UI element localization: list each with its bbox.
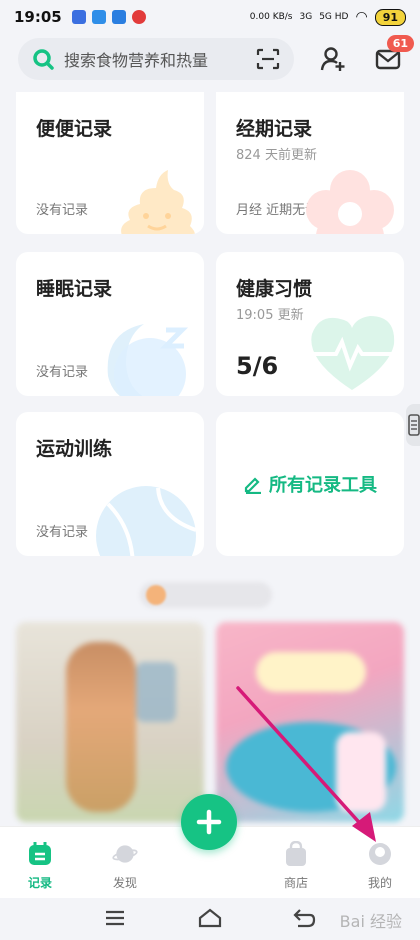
card-update-time: 19:05 更新 xyxy=(236,308,304,323)
moon-illustration-icon xyxy=(107,324,189,396)
nav-label: 商店 xyxy=(283,876,308,890)
add-record-button[interactable] xyxy=(181,794,237,850)
card-title: 健康习惯 xyxy=(236,278,313,300)
shopping-bag-icon xyxy=(286,840,306,866)
net-speed: 0.00 KB/s xyxy=(249,12,293,22)
flower-illustration-icon xyxy=(306,170,394,234)
poop-illustration-icon xyxy=(121,170,195,234)
ball-illustration-icon xyxy=(96,486,197,556)
status-app-icons xyxy=(71,10,146,24)
heartbeat-illustration-icon xyxy=(311,316,395,390)
app-notification-icon xyxy=(71,10,86,24)
signal-5g: 5G HD xyxy=(319,12,349,22)
battery-indicator: 91 xyxy=(374,8,406,26)
menu-icon[interactable] xyxy=(104,910,126,926)
side-panel-handle[interactable] xyxy=(406,404,420,446)
habit-progress: 5/6 xyxy=(236,352,279,380)
messages-button[interactable]: 61 xyxy=(374,35,414,73)
status-right: 0.00 KB/s 3G 5G HD ◠ 91 xyxy=(249,8,406,26)
card-update-time: 824 天前更新 xyxy=(236,148,317,163)
list-icon xyxy=(408,414,420,436)
card-title: 便便记录 xyxy=(36,118,113,140)
period-record-card[interactable]: 经期记录 824 天前更新 月经 近期无记录 xyxy=(216,92,404,234)
nav-tab-record[interactable]: 记录 xyxy=(10,841,70,891)
all-tools-card[interactable]: 所有记录工具 xyxy=(216,412,404,556)
poop-record-card[interactable]: 便便记录 没有记录 xyxy=(16,92,204,234)
status-time: 19:05 xyxy=(14,8,62,26)
app-notification-icon xyxy=(131,10,146,24)
nav-label: 我的 xyxy=(367,876,392,890)
plus-icon xyxy=(196,809,222,835)
nav-label: 发现 xyxy=(112,876,137,890)
card-title: 睡眠记录 xyxy=(36,278,113,300)
app-notification-icon xyxy=(91,10,106,24)
all-tools-label: 所有记录工具 xyxy=(269,475,377,496)
promo-banner-left[interactable] xyxy=(16,622,204,822)
watermark-logo: Bai 经验 xyxy=(339,912,402,931)
sleep-record-card[interactable]: 睡眠记录 没有记录 xyxy=(16,252,204,396)
exercise-record-card[interactable]: 运动训练 没有记录 xyxy=(16,412,204,556)
profile-icon xyxy=(369,843,391,865)
back-icon[interactable] xyxy=(292,908,316,928)
add-friend-button[interactable] xyxy=(320,45,348,73)
wifi-icon: ◠ xyxy=(355,9,368,25)
card-title: 经期记录 xyxy=(236,118,313,140)
nav-label: 记录 xyxy=(27,876,52,890)
app-notification-icon xyxy=(111,10,126,24)
header-actions: 61 xyxy=(320,35,414,73)
search-placeholder: 搜索食物营养和热量 xyxy=(64,51,209,70)
card-status: 没有记录 xyxy=(36,525,89,540)
signal-3g: 3G xyxy=(299,12,313,22)
promo-icon xyxy=(146,585,166,605)
search-icon xyxy=(33,49,54,70)
card-status: 没有记录 xyxy=(36,365,89,380)
nav-tab-profile[interactable]: 我的 xyxy=(350,841,410,891)
search-bar[interactable]: 搜索食物营养和热量 xyxy=(18,38,294,80)
health-habit-card[interactable]: 健康习惯 19:05 更新 5/6 xyxy=(216,252,404,396)
status-bar: 19:05 0.00 KB/s 3G 5G HD ◠ 91 xyxy=(0,0,420,34)
card-title: 运动训练 xyxy=(36,438,113,460)
edit-pen-icon xyxy=(244,477,261,494)
add-friend-icon xyxy=(320,47,345,71)
promo-banner-right[interactable] xyxy=(216,622,404,822)
scan-icon[interactable] xyxy=(256,48,280,70)
nav-tab-discover[interactable]: 发现 xyxy=(95,841,155,891)
all-tools-link[interactable]: 所有记录工具 xyxy=(216,412,404,556)
nav-tab-store[interactable]: 商店 xyxy=(266,840,326,891)
planet-icon xyxy=(112,845,138,863)
top-header: 搜索食物营养和热量 61 xyxy=(0,34,420,84)
message-count-badge: 61 xyxy=(386,35,414,52)
home-icon[interactable] xyxy=(198,908,222,928)
card-status: 没有记录 xyxy=(36,203,89,218)
calendar-record-icon xyxy=(29,842,51,865)
